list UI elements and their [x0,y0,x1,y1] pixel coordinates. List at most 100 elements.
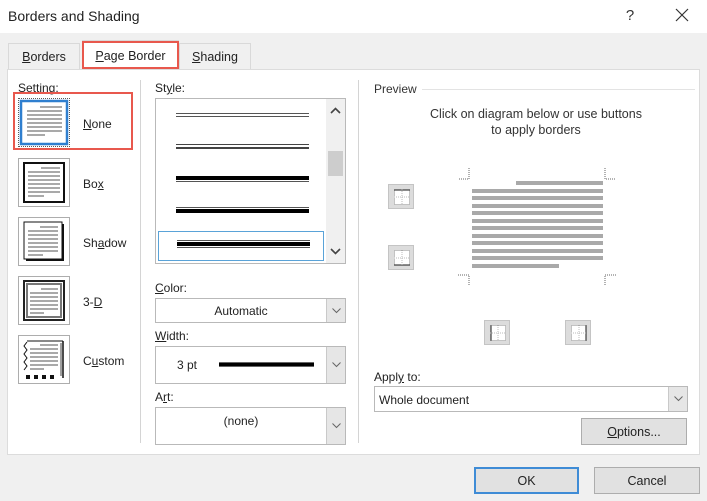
chevron-down-icon [332,423,341,429]
divider-style-preview [358,80,359,443]
setting-box-icon [18,158,70,207]
style-line-preview [176,113,309,114]
close-x-icon [675,8,689,22]
preview-text-line [472,226,603,230]
setting-3d-icon [18,276,70,325]
color-value: Automatic [214,304,268,318]
width-label: Width: [155,329,190,343]
corner-mark-icon [458,168,470,180]
color-dropdown[interactable]: Automatic [155,298,346,323]
setting-3d-label: 3-D [83,295,103,309]
preview-text-line [472,219,603,223]
preview-text-line [516,181,603,185]
width-dropdown[interactable]: 3 pt [155,346,346,384]
setting-box[interactable]: Box [18,158,138,210]
chevron-up-icon [330,107,341,114]
art-value: (none) [223,414,259,428]
chevron-down-icon [674,396,683,402]
title-bar: Borders and Shading ? [0,0,707,33]
preview-diagram[interactable] [458,168,618,288]
preview-caption-line: to apply borders [491,123,581,137]
tab-label: orders [30,50,66,64]
left-border-button[interactable] [484,320,510,345]
style-label: Style: [155,81,186,95]
apply-to-dropdown[interactable]: Whole document [374,386,688,412]
width-dropdown-button[interactable] [326,347,345,383]
tab-borders[interactable]: Borders [8,43,80,69]
setting-shadow-label: Shadow [83,236,127,250]
setting-custom-icon [18,335,70,384]
corner-mark-icon [604,168,616,180]
setting-custom[interactable]: Custom [18,335,138,387]
preview-text-line [472,211,603,215]
cancel-button[interactable]: Cancel [594,467,700,494]
right-border-button[interactable] [565,320,591,345]
style-line-preview [176,209,309,213]
chevron-down-icon [330,248,341,255]
setting-shadow-icon [18,217,70,266]
style-option-thin-thick-thin[interactable] [158,231,324,261]
setting-none-icon [18,98,70,147]
setting-custom-label: Custom [83,354,125,368]
tab-label: hading [200,50,238,64]
corner-mark-icon [604,274,616,286]
style-option-double-thin[interactable] [158,103,324,133]
close-button[interactable] [672,5,692,25]
apply-to-label: Apply to: [374,370,421,384]
style-option-double-thin-2[interactable] [158,134,324,164]
style-line-preview [177,247,310,248]
preview-text-line [472,196,603,200]
scroll-up-button[interactable] [326,102,345,120]
chevron-down-icon [332,307,341,313]
scroll-thumb[interactable] [328,151,343,176]
right-border-icon [571,325,587,341]
dialog-title: Borders and Shading [8,8,140,24]
help-button[interactable]: ? [620,7,640,24]
top-border-button[interactable] [388,184,414,209]
setting-box-label: Box [83,177,104,191]
art-label: Art: [155,390,174,404]
art-dropdown-button[interactable] [326,408,345,444]
preview-text-line [472,234,603,238]
apply-to-dropdown-button[interactable] [668,387,687,411]
divider-setting-style [140,80,141,443]
preview-text-line [472,264,559,268]
style-option-thin-thick[interactable] [158,198,324,228]
tab-label: age Border [103,49,166,63]
tab-page-border[interactable]: Page Border [82,40,179,69]
style-line-preview [176,207,309,208]
corner-mark-icon [458,274,470,286]
width-value: 3 pt [177,358,198,372]
options-button[interactable]: Options... [581,418,687,445]
setting-3d[interactable]: 3-D [18,276,138,328]
setting-none-label: None [83,117,112,131]
tab-shading[interactable]: Shading [179,43,251,69]
preview-text-line [472,241,603,245]
scroll-down-button[interactable] [326,242,345,260]
bottom-border-icon [394,250,410,266]
style-listbox[interactable] [155,98,346,264]
color-dropdown-button[interactable] [326,299,345,322]
style-line-preview [176,176,309,180]
preview-text-line [472,249,603,253]
preview-text-line [472,189,603,193]
apply-to-value: Whole document [379,393,470,407]
setting-shadow[interactable]: Shadow [18,217,138,269]
ok-button[interactable]: OK [474,467,579,494]
style-option-thick-thin[interactable] [158,166,324,196]
style-line-preview [176,181,309,182]
setting-none[interactable]: None [18,98,138,150]
style-scrollbar[interactable] [326,99,345,263]
top-border-icon [394,189,410,205]
preview-caption-line: Click on diagram below or use buttons [430,107,642,121]
setting-label: Setting: [18,81,59,95]
art-dropdown[interactable]: (none) [155,407,346,445]
bottom-border-button[interactable] [388,245,414,270]
preview-caption: Click on diagram below or use buttons to… [380,106,692,138]
preview-separator [422,89,695,90]
preview-label: Preview [374,82,417,96]
left-border-icon [490,325,506,341]
tab-mnemonic: P [95,49,104,63]
chevron-down-icon [332,362,341,368]
width-line-preview [219,362,314,367]
